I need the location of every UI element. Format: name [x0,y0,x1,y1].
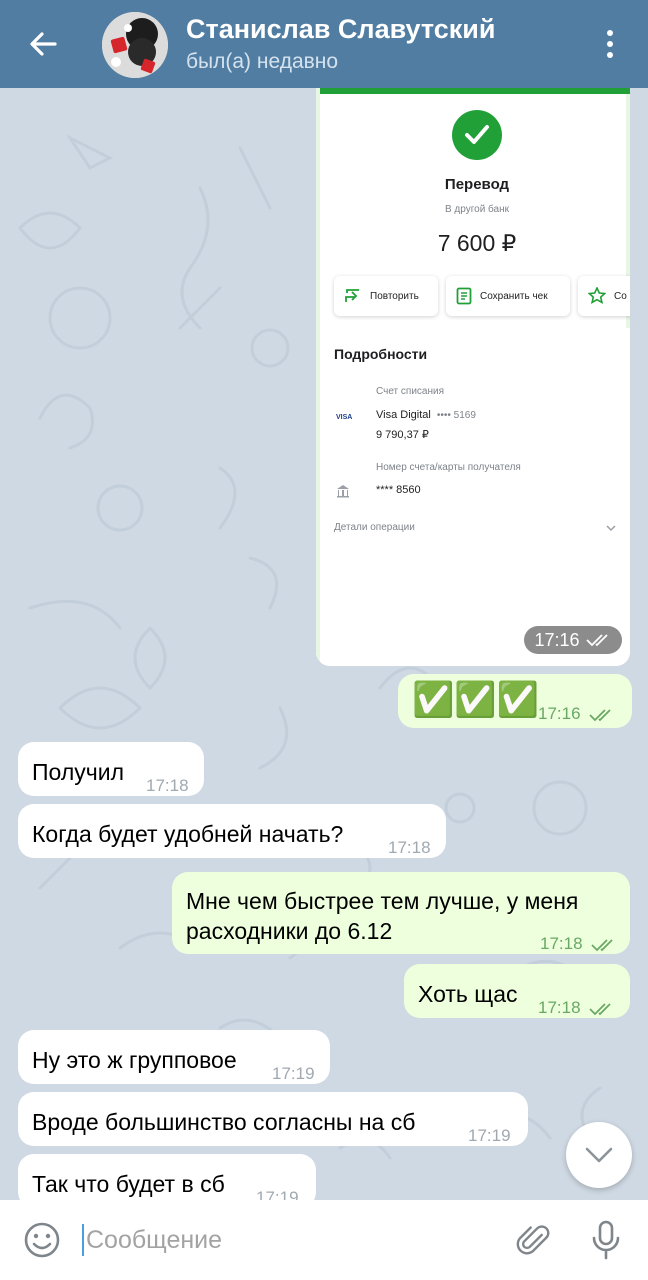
receipt-title: Перевод [444,176,510,193]
visa-logo-icon: VISA [336,414,353,421]
message-bubble-incoming[interactable]: Вроде большинство согласны на сб 17:19 [18,1092,528,1146]
message-text-line: расходники до 6.12 [186,918,393,944]
message-input[interactable] [86,1216,486,1264]
arrow-left-icon [30,32,57,56]
message-text: Хоть щас [418,981,518,1007]
message-time: 17:18 [538,992,615,1023]
message-bubble-outgoing[interactable]: ✅✅✅ 17:16 [398,674,632,728]
receipt-subtitle: В другой банк [444,204,510,215]
double-check-icon [589,708,611,721]
chat-title[interactable]: Станислав Славутский [186,14,495,45]
details-title: Подробности [334,346,428,362]
double-check-icon [585,634,608,647]
recipient-account: **** 8560 [376,484,421,496]
card-name: Visa Digital •••• 5169 [376,409,476,421]
message-bubble-incoming[interactable]: Так что будет в сб 17:19 [18,1154,316,1200]
message-time: 17:18 [540,928,617,959]
double-check-icon [589,1002,611,1015]
debit-account-label: Счет списания [376,386,444,397]
message-text: Получил [32,759,124,785]
microphone-button[interactable] [586,1218,626,1262]
success-check-icon [452,110,502,160]
receipt-image-message[interactable]: Перевод В другой банк 7 600 ₽ Повторить … [316,88,630,666]
back-button[interactable] [18,22,68,66]
repeat-label: Повторить [370,290,419,302]
scroll-to-bottom-button[interactable] [566,1122,632,1188]
smile-icon [24,1222,60,1258]
receipt-top-bar [320,88,630,94]
repeat-transfer-button: Повторить [334,276,438,316]
repeat-icon [345,289,359,302]
chat-header: Станислав Славутский был(а) недавно [0,0,648,88]
operation-details-label: Детали операции [334,522,415,533]
double-check-icon [591,938,613,951]
message-time: 17:16 [538,698,615,729]
message-bubble-outgoing[interactable]: Мне чем быстрее тем лучше, у меня расход… [172,872,630,954]
message-bubble-incoming[interactable]: Когда будет удобней начать? 17:18 [18,804,446,858]
message-time: 17:19 [256,1188,299,1200]
bank-icon [337,485,349,498]
message-text-line: Мне чем быстрее тем лучше, у меня [186,888,579,914]
emoji-button[interactable] [22,1220,62,1260]
message-text: ✅✅✅ [412,681,540,719]
message-list[interactable]: Перевод В другой банк 7 600 ₽ Повторить … [0,88,648,1200]
message-time: 17:19 [272,1064,315,1083]
message-text: Так что будет в сб [32,1171,225,1197]
message-bubble-incoming[interactable]: Ну это ж групповое 17:19 [18,1030,330,1084]
receipt-details: Подробности Счет списания VISA Visa Digi… [320,328,630,666]
chat-status: был(а) недавно [186,50,339,73]
document-icon [456,287,472,305]
text-cursor [82,1224,84,1256]
message-time: 17:18 [388,838,431,857]
kebab-menu-icon[interactable] [590,24,630,64]
attach-button[interactable] [514,1220,554,1260]
save-receipt-label: Сохранить чек [480,290,548,302]
message-composer [0,1200,648,1280]
message-text: Ну это ж групповое [32,1047,237,1073]
message-text: Когда будет удобней начать? [32,821,344,847]
star-icon [588,287,606,304]
message-bubble-incoming[interactable]: Получил 17:18 [18,742,204,796]
message-time: 17:18 [146,776,189,795]
microphone-icon [592,1220,620,1260]
message-bubble-outgoing[interactable]: Хоть щас 17:18 [404,964,630,1018]
chevron-down-icon [606,525,616,532]
avatar[interactable] [102,12,168,78]
save-receipt-button: Сохранить чек [446,276,570,316]
avatar-image [102,12,168,78]
receipt-screenshot: Перевод В другой банк 7 600 ₽ Повторить … [316,88,630,666]
message-time: 17:16 [524,626,622,654]
message-time: 17:19 [468,1126,511,1145]
chevron-down-icon [585,1147,613,1163]
third-action-button: Со [578,276,630,316]
paperclip-icon [516,1225,550,1255]
message-text: Вроде большинство согласны на сб [32,1109,416,1135]
recipient-label: Номер счета/карты получателя [376,462,521,473]
card-balance: 9 790,37 ₽ [376,429,429,441]
third-action-label: Со [614,290,627,302]
receipt-amount: 7 600 ₽ [437,230,517,256]
